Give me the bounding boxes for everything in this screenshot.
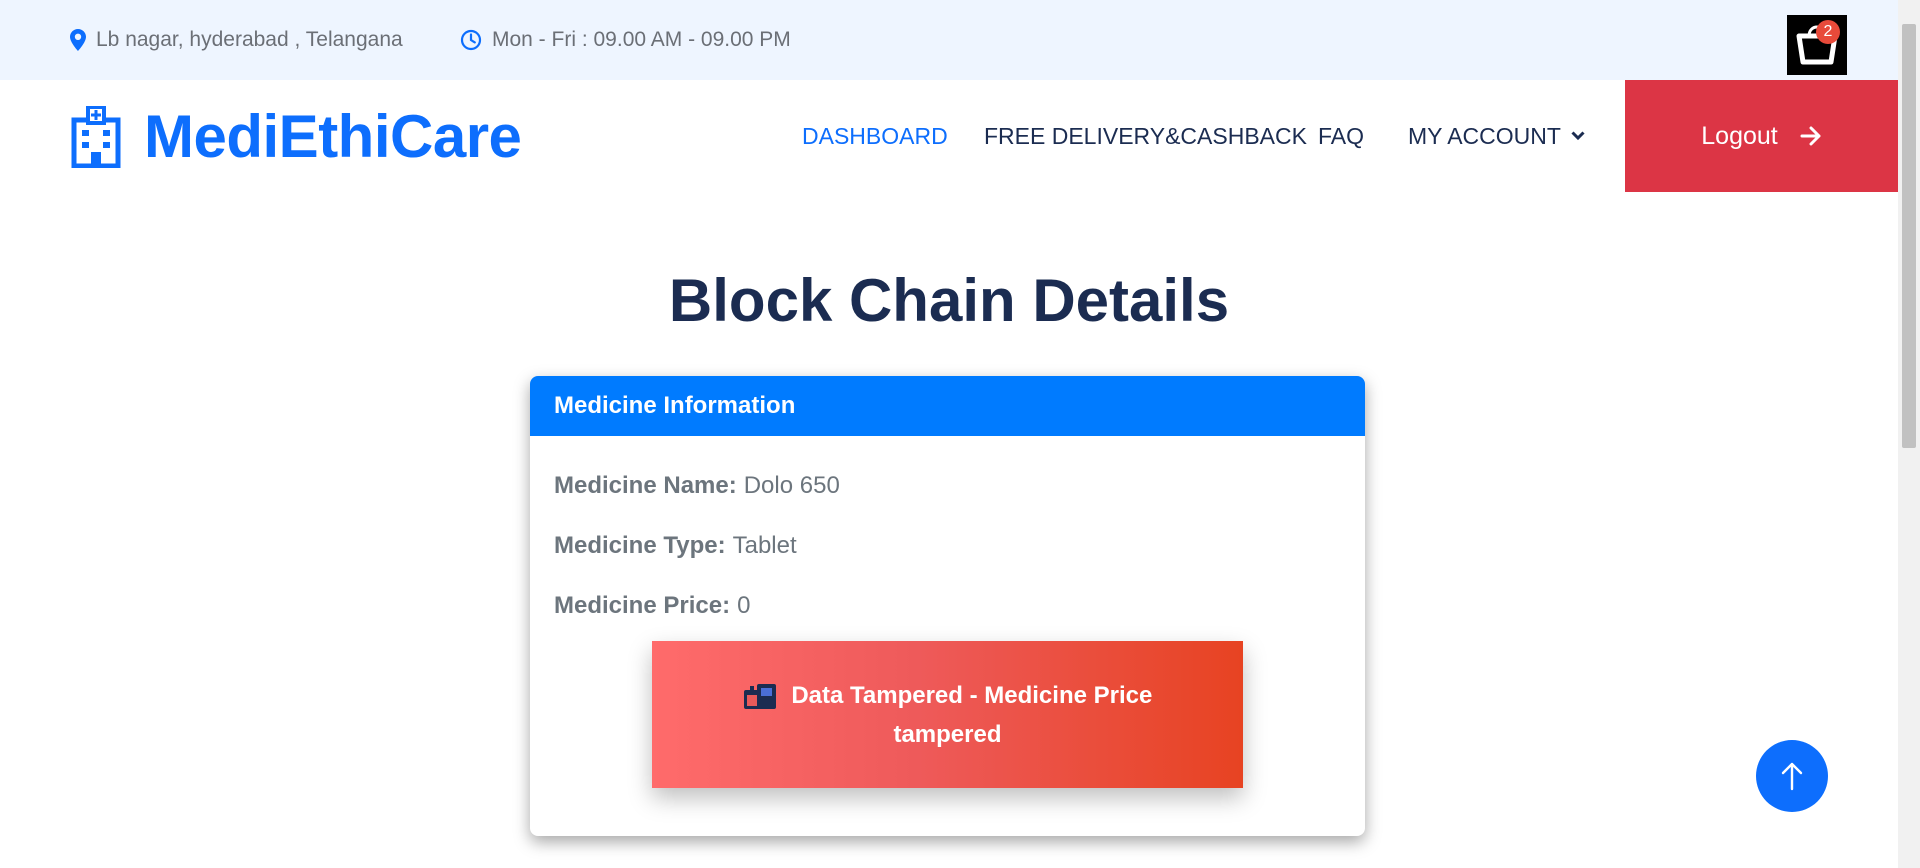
hospital-icon	[71, 105, 121, 168]
clock-icon	[460, 29, 482, 51]
scrollbar-thumb[interactable]	[1902, 24, 1916, 448]
arrow-right-icon	[1800, 126, 1821, 146]
nav-my-account-dropdown[interactable]: MY ACCOUNT	[1408, 80, 1585, 192]
logout-label: Logout	[1701, 121, 1778, 150]
location-text: Lb nagar, hyderabad , Telangana	[96, 28, 403, 51]
chevron-down-icon	[1571, 131, 1585, 141]
page-title: Block Chain Details	[668, 267, 1230, 334]
card-header: Medicine Information	[530, 376, 1365, 436]
main-navbar: MediEthiCare DASHBOARD FREE DELIVERY&CAS…	[0, 80, 1898, 192]
medicine-price-label: Medicine Price:	[554, 592, 731, 619]
medicine-info-card: Medicine Information Medicine Name: Dolo…	[530, 376, 1365, 836]
warning-sign-icon	[743, 684, 776, 710]
nav-my-account-label[interactable]: MY ACCOUNT	[1408, 123, 1561, 150]
nav-dashboard-label[interactable]: DASHBOARD	[802, 123, 948, 150]
nav-faq[interactable]: FAQ	[1318, 80, 1364, 192]
nav-free-delivery[interactable]: FREE DELIVERY&CASHBACK	[984, 80, 1307, 192]
page-scrollbar[interactable]	[1898, 0, 1920, 868]
card-body: Medicine Name: Dolo 650 Medicine Type: T…	[530, 436, 1365, 656]
medicine-name-value: Dolo 650	[743, 472, 840, 499]
logout-button[interactable]: Logout	[1625, 80, 1898, 192]
map-marker-icon	[70, 29, 86, 51]
brand-logo[interactable]: MediEthiCare	[70, 102, 522, 171]
medicine-name-field: Medicine Name: Dolo 650	[554, 456, 1341, 516]
tamper-alert-text: Data Tampered - Medicine Price tampered	[791, 681, 1153, 748]
back-to-top-button[interactable]	[1756, 740, 1828, 812]
medicine-price-field: Medicine Price: 0	[554, 576, 1341, 636]
medicine-name-label: Medicine Name:	[554, 472, 737, 499]
nav-dashboard[interactable]: DASHBOARD	[802, 80, 948, 192]
hours-info: Mon - Fri : 09.00 AM - 09.00 PM	[460, 0, 791, 80]
nav-faq-label[interactable]: FAQ	[1318, 123, 1364, 150]
medicine-price-value: 0	[737, 592, 751, 619]
arrow-up-icon	[1781, 762, 1803, 791]
tamper-alert: Data Tampered - Medicine Price tampered	[652, 641, 1243, 788]
location-info: Lb nagar, hyderabad , Telangana	[70, 0, 403, 80]
medicine-type-label: Medicine Type:	[554, 532, 726, 559]
nav-free-delivery-label[interactable]: FREE DELIVERY&CASHBACK	[984, 123, 1307, 150]
cart-count-badge: 2	[1816, 20, 1840, 44]
top-info-bar: Lb nagar, hyderabad , Telangana Mon - Fr…	[0, 0, 1898, 80]
hours-text: Mon - Fri : 09.00 AM - 09.00 PM	[492, 28, 791, 51]
brand-name: MediEthiCare	[144, 103, 522, 170]
medicine-type-value: Tablet	[732, 532, 797, 559]
cart-button[interactable]: 2	[1787, 15, 1847, 75]
medicine-type-field: Medicine Type: Tablet	[554, 516, 1341, 576]
